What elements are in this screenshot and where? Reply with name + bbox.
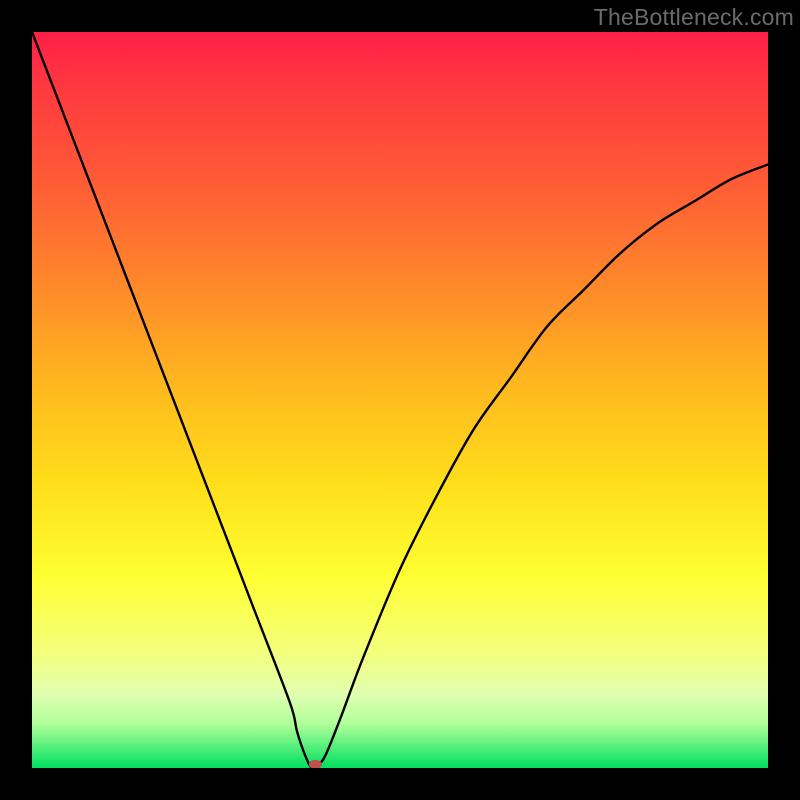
minimum-marker xyxy=(309,760,322,768)
bottleneck-curve xyxy=(32,32,768,768)
chart-frame: TheBottleneck.com xyxy=(0,0,800,800)
chart-svg-layer xyxy=(32,32,768,768)
watermark-text: TheBottleneck.com xyxy=(594,4,794,31)
